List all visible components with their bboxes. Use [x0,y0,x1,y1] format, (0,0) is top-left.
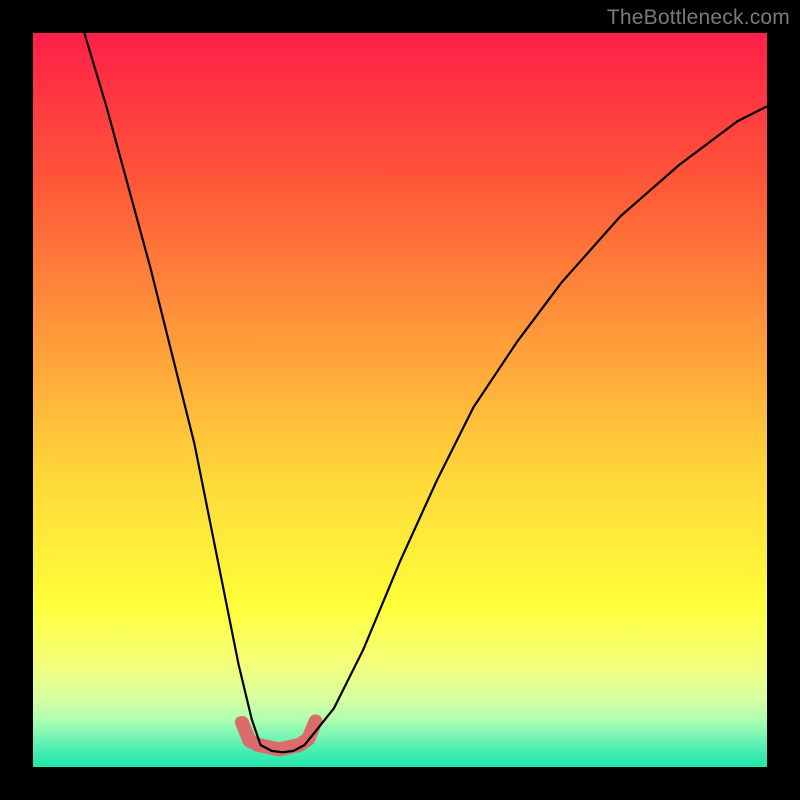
plot-area [33,33,767,767]
watermark-text: TheBottleneck.com [607,6,790,30]
chart-frame: TheBottleneck.com [0,0,800,800]
chart-svg [33,33,767,767]
gradient-background [33,33,767,767]
